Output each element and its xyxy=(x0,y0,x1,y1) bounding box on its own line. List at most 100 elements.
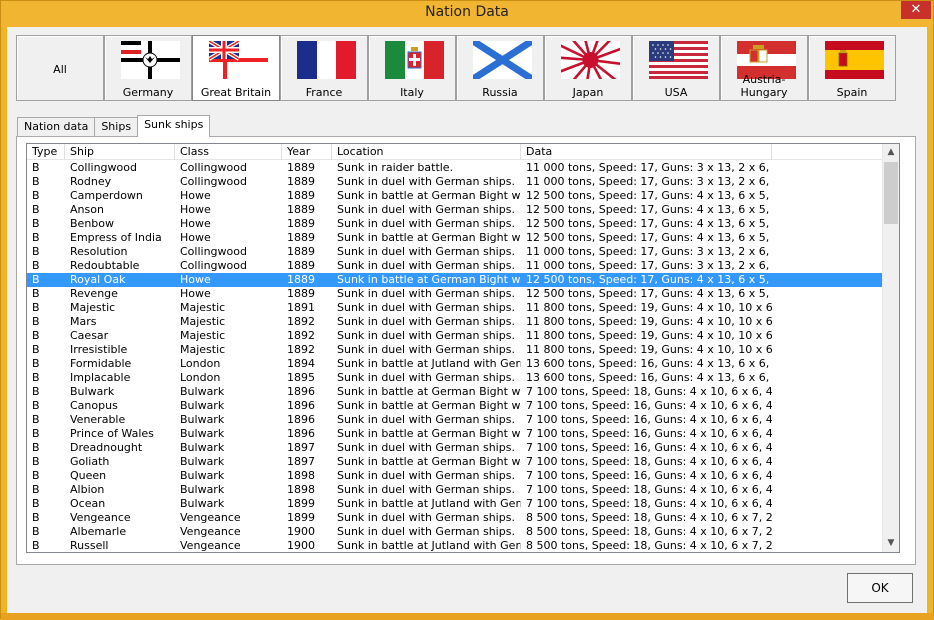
table-row[interactable]: B Caesar Majestic 1892 Sunk in duel with Ger… xyxy=(27,329,887,343)
cell-data: 11 800 tons, Speed: 19, Guns: 4 x 10, 10… xyxy=(526,329,772,342)
table-row[interactable]: B Rodney Collingwood 1889 Sunk in duel with … xyxy=(27,175,887,189)
table-row[interactable]: B Implacable London 1895 Sunk in duel with G… xyxy=(27,371,887,385)
nation-button-usa[interactable]: USA xyxy=(632,35,720,101)
table-row[interactable]: B Canopus Bulwark 1896 Sunk in battle at Ger… xyxy=(27,399,887,413)
table-row[interactable]: B Albemarle Vengeance 1900 Sunk in duel with… xyxy=(27,525,887,539)
table-row[interactable]: B Empress of India Howe 1889 Sunk in battle … xyxy=(27,231,887,245)
table-row[interactable]: B Queen Bulwark 1898 Sunk in duel with Germa… xyxy=(27,469,887,483)
nation-button-spain[interactable]: Spain xyxy=(808,35,896,101)
cell-class: Bulwark xyxy=(180,441,225,454)
cell-type: B xyxy=(32,427,40,440)
sunk-ships-list[interactable]: Type Ship Class Year Location Data B Coll… xyxy=(26,143,900,553)
tab-sunk-ships[interactable]: Sunk ships xyxy=(137,115,211,137)
nation-button-japan[interactable]: Japan xyxy=(544,35,632,101)
nation-button-austria-hungary[interactable]: Austria-Hungary xyxy=(720,35,808,101)
table-row[interactable]: B Irresistible Majestic 1892 Sunk in duel wi… xyxy=(27,343,887,357)
nation-button-all[interactable]: All xyxy=(16,35,104,101)
nation-button-great-britain[interactable]: Great Britain xyxy=(192,35,280,101)
cell-type: B xyxy=(32,539,40,552)
cell-data: 7 100 tons, Speed: 18, Guns: 4 x 10, 6 x… xyxy=(526,483,772,496)
table-row[interactable]: B Formidable London 1894 Sunk in battle at J… xyxy=(27,357,887,371)
column-header-type[interactable]: Type xyxy=(27,144,65,160)
cell-data: 11 800 tons, Speed: 19, Guns: 4 x 10, 10… xyxy=(526,343,772,356)
cell-location: Sunk in duel with German ships. xyxy=(337,287,515,300)
cell-year: 1889 xyxy=(287,273,315,286)
table-row[interactable]: B Collingwood Collingwood 1889 Sunk in raide… xyxy=(27,161,887,175)
column-header-ship[interactable]: Ship xyxy=(65,144,175,160)
cell-location: Sunk in duel with German ships. xyxy=(337,413,515,426)
table-row[interactable]: B Anson Howe 1889 Sunk in duel with German s… xyxy=(27,203,887,217)
cell-year: 1894 xyxy=(287,357,315,370)
table-row[interactable]: B Bulwark Bulwark 1896 Sunk in battle at Ger… xyxy=(27,385,887,399)
cell-year: 1895 xyxy=(287,371,315,384)
cell-data: 11 800 tons, Speed: 19, Guns: 4 x 10, 10… xyxy=(526,301,772,314)
tab-nation-data[interactable]: Nation data xyxy=(17,117,96,137)
cell-location: Sunk in duel with German ships. xyxy=(337,301,515,314)
nation-button-italy[interactable]: Italy xyxy=(368,35,456,101)
scroll-thumb[interactable] xyxy=(884,162,898,224)
column-header-class[interactable]: Class xyxy=(175,144,282,160)
cell-ship: Albion xyxy=(70,483,105,496)
scroll-down-icon[interactable]: ▼ xyxy=(883,535,899,552)
table-row[interactable]: B Royal Oak Howe 1889 Sunk in battle at Germ… xyxy=(27,273,887,287)
cell-year: 1892 xyxy=(287,343,315,356)
cell-type: B xyxy=(32,231,40,244)
cell-year: 1889 xyxy=(287,161,315,174)
table-row[interactable]: B Dreadnought Bulwark 1897 Sunk in duel with… xyxy=(27,441,887,455)
table-row[interactable]: B Mars Majestic 1892 Sunk in duel with Germa… xyxy=(27,315,887,329)
table-row[interactable]: B Albion Bulwark 1898 Sunk in duel with Germ… xyxy=(27,483,887,497)
cell-year: 1900 xyxy=(287,539,315,552)
table-row[interactable]: B Benbow Howe 1889 Sunk in duel with German … xyxy=(27,217,887,231)
nation-label: All xyxy=(53,63,67,76)
france-flag-icon xyxy=(297,41,356,79)
cell-year: 1889 xyxy=(287,189,315,202)
cell-year: 1896 xyxy=(287,385,315,398)
scroll-up-icon[interactable]: ▲ xyxy=(883,144,899,161)
cell-year: 1889 xyxy=(287,231,315,244)
cell-type: B xyxy=(32,525,40,538)
cell-ship: Anson xyxy=(70,203,104,216)
table-row[interactable]: B Revenge Howe 1889 Sunk in duel with German… xyxy=(27,287,887,301)
table-row[interactable]: B Venerable Bulwark 1896 Sunk in duel with G… xyxy=(27,413,887,427)
table-row[interactable]: B Redoubtable Collingwood 1889 Sunk in duel … xyxy=(27,259,887,273)
italy-flag-icon xyxy=(385,41,444,79)
nation-button-russia[interactable]: Russia xyxy=(456,35,544,101)
table-row[interactable]: B Russell Vengeance 1900 Sunk in battle at J… xyxy=(27,539,887,552)
cell-type: B xyxy=(32,343,40,356)
nation-label: Germany xyxy=(122,86,174,99)
cell-location: Sunk in battle at German Bight with... xyxy=(337,455,521,468)
cell-ship: Bulwark xyxy=(70,385,115,398)
table-row[interactable]: B Ocean Bulwark 1899 Sunk in battle at Jutla… xyxy=(27,497,887,511)
cell-data: 7 100 tons, Speed: 18, Guns: 4 x 10, 6 x… xyxy=(526,385,772,398)
table-row[interactable]: B Resolution Collingwood 1889 Sunk in duel w… xyxy=(27,245,887,259)
cell-data: 7 100 tons, Speed: 16, Guns: 4 x 10, 6 x… xyxy=(526,427,772,440)
vertical-scrollbar[interactable]: ▲ ▼ xyxy=(882,144,899,552)
table-row[interactable]: B Goliath Bulwark 1897 Sunk in battle at Ger… xyxy=(27,455,887,469)
table-row[interactable]: B Vengeance Vengeance 1899 Sunk in duel with… xyxy=(27,511,887,525)
column-header-data[interactable]: Data xyxy=(521,144,772,160)
ok-button[interactable]: OK xyxy=(847,573,913,603)
cell-location: Sunk in duel with German ships. xyxy=(337,315,515,328)
table-row[interactable]: B Prince of Wales Bulwark 1896 Sunk in battl… xyxy=(27,427,887,441)
nation-selector: All Germany Great Britain France Italy R… xyxy=(16,35,911,101)
cell-ship: Vengeance xyxy=(70,511,131,524)
cell-type: B xyxy=(32,399,40,412)
cell-location: Sunk in battle at Jutland with Germ... xyxy=(337,539,521,552)
cell-year: 1897 xyxy=(287,455,315,468)
nation-button-france[interactable]: France xyxy=(280,35,368,101)
column-header-year[interactable]: Year xyxy=(282,144,332,160)
cell-type: B xyxy=(32,385,40,398)
nation-button-germany[interactable]: Germany xyxy=(104,35,192,101)
cell-data: 11 800 tons, Speed: 19, Guns: 4 x 10, 10… xyxy=(526,315,772,328)
cell-type: B xyxy=(32,189,40,202)
table-row[interactable]: B Camperdown Howe 1889 Sunk in battle at Ger… xyxy=(27,189,887,203)
table-row[interactable]: B Majestic Majestic 1891 Sunk in duel with G… xyxy=(27,301,887,315)
column-header-location[interactable]: Location xyxy=(332,144,521,160)
cell-ship: Dreadnought xyxy=(70,441,143,454)
close-button[interactable]: ✕ xyxy=(901,1,931,19)
cell-ship: Revenge xyxy=(70,287,118,300)
tab-ships[interactable]: Ships xyxy=(94,117,139,137)
cell-class: Collingwood xyxy=(180,175,247,188)
window-title: Nation Data xyxy=(425,4,509,20)
cell-ship: Canopus xyxy=(70,399,118,412)
